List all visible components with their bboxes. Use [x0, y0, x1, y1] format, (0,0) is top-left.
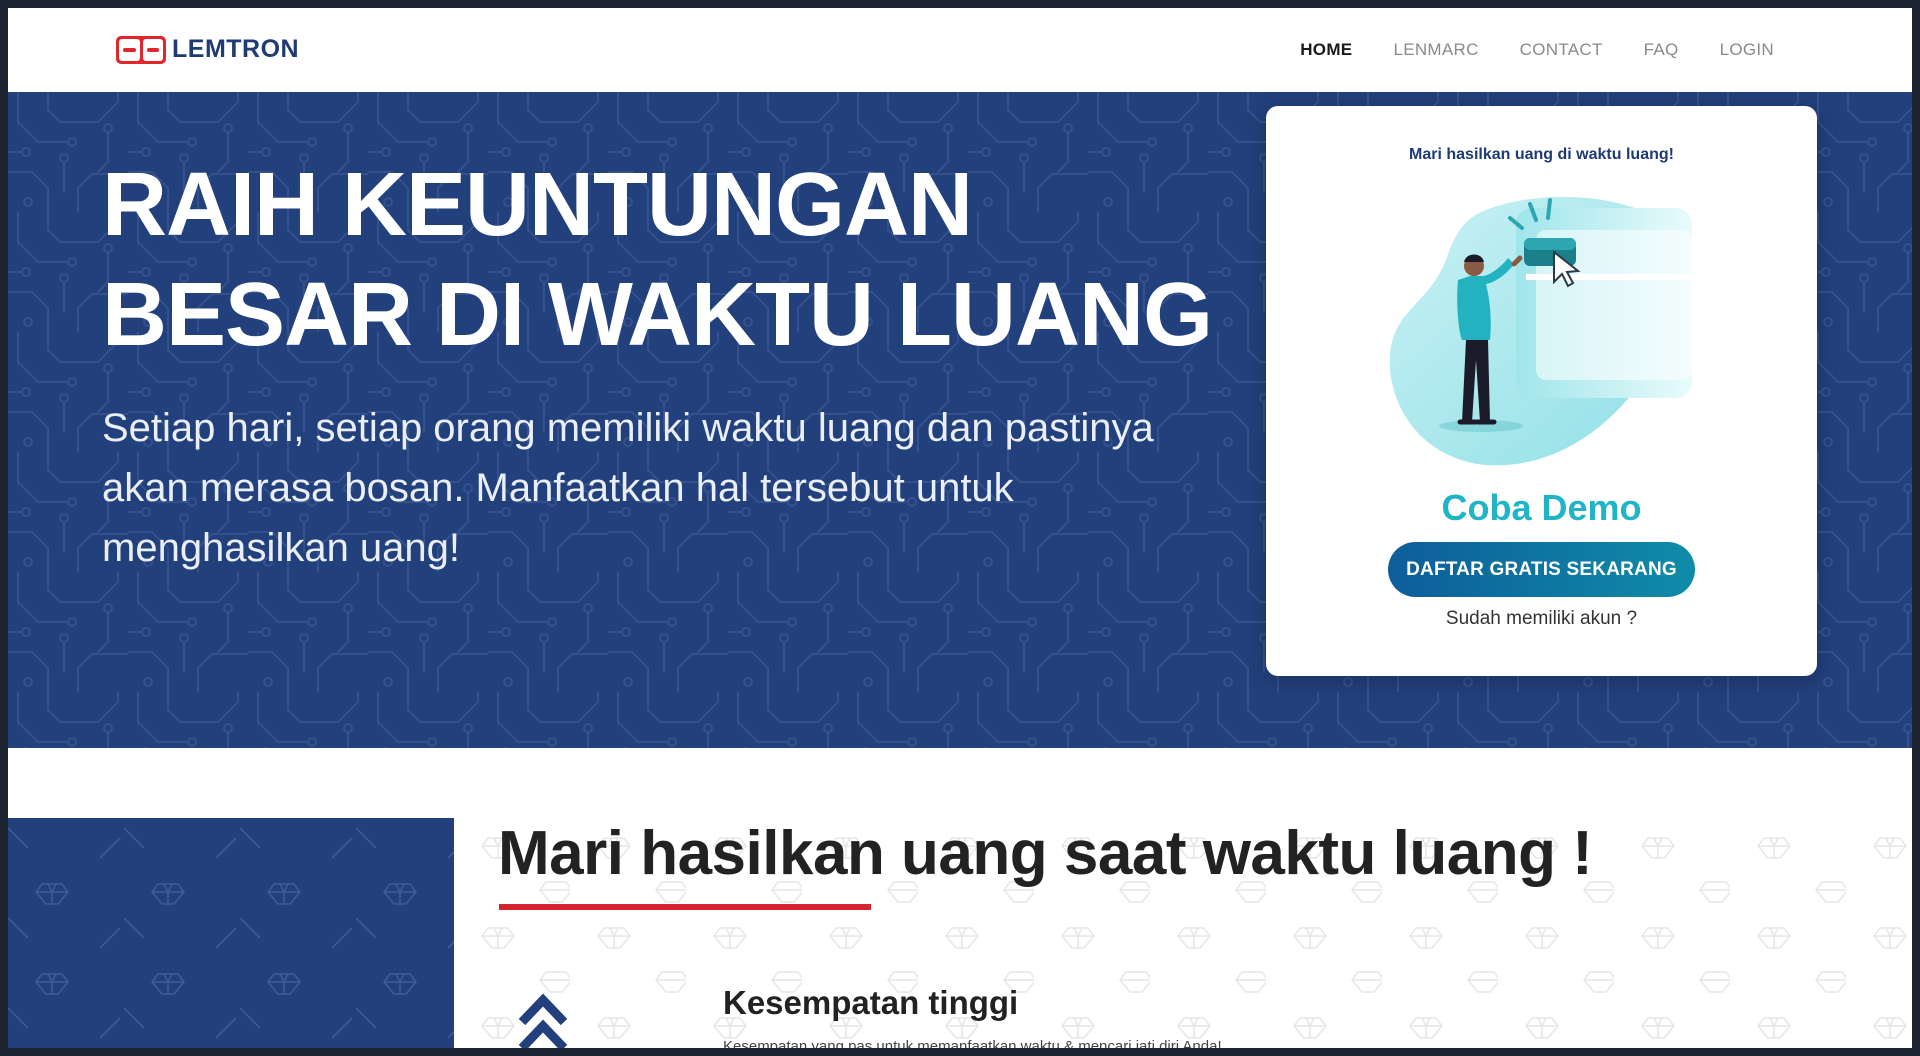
hero-title-line1: RAIH KEUNTUNGAN — [102, 155, 973, 255]
nav-item-faq[interactable]: FAQ — [1644, 40, 1679, 60]
title-underline — [499, 904, 871, 910]
demo-heading[interactable]: Coba Demo — [1266, 487, 1817, 529]
person-clicking-button-illustration — [1389, 196, 1692, 466]
nav-item-login[interactable]: LOGIN — [1720, 40, 1774, 60]
browser-viewport: LEMTRON HOME LENMARC CONTACT FAQ LOGIN R… — [8, 8, 1912, 1048]
signup-card: Mari hasilkan uang di waktu luang! Coba … — [1266, 106, 1817, 676]
nav-item-home[interactable]: HOME — [1300, 40, 1352, 60]
card-tagline: Mari hasilkan uang di waktu luang! — [1409, 146, 1674, 163]
logo-icon — [116, 35, 166, 64]
hero-title-line2: BESAR DI WAKTU LUANG — [102, 265, 1213, 365]
benefits-section: Mari hasilkan uang saat waktu luang ! Ke… — [8, 748, 1912, 1048]
main-nav: HOME LENMARC CONTACT FAQ LOGIN — [1300, 8, 1774, 92]
diamond-pattern-dark — [8, 818, 454, 1048]
register-free-button[interactable]: DAFTAR GRATIS SEKARANG — [1388, 542, 1695, 597]
nav-item-contact[interactable]: CONTACT — [1520, 40, 1603, 60]
hero-description: Setiap hari, setiap orang memiliki waktu… — [102, 406, 1154, 570]
hero-title: RAIH KEUNTUNGAN BESAR DI WAKTU LUANG — [102, 150, 1252, 370]
feature-description: Kesempatan yang pas untuk memanfaatkan w… — [723, 1038, 1222, 1048]
brand-logo[interactable]: LEMTRON — [116, 35, 299, 64]
hero-section: RAIH KEUNTUNGAN BESAR DI WAKTU LUANG Set… — [8, 92, 1912, 748]
top-navbar: LEMTRON HOME LENMARC CONTACT FAQ LOGIN — [8, 8, 1912, 92]
section-title: Mari hasilkan uang saat waktu luang ! — [498, 819, 1593, 888]
nav-item-lenmarc[interactable]: LENMARC — [1393, 40, 1478, 60]
side-decorative-block — [8, 818, 454, 1048]
double-chevron-up-icon — [518, 993, 568, 1048]
login-link[interactable]: Sudah memiliki akun ? — [1266, 608, 1817, 630]
brand-name: LEMTRON — [172, 35, 300, 63]
feature-title: Kesempatan tinggi — [723, 984, 1019, 1021]
